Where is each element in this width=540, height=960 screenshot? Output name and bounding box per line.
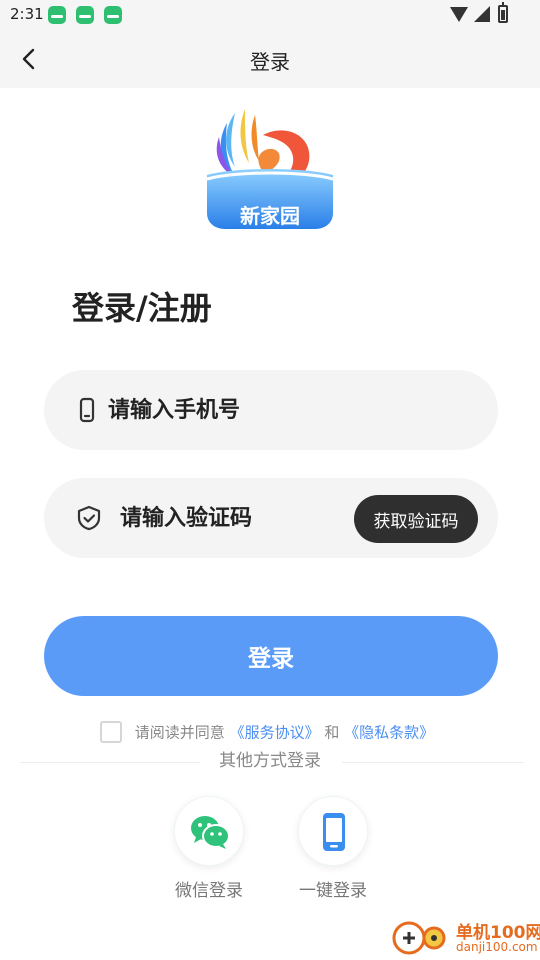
mobile-phone-icon bbox=[323, 813, 345, 851]
agreement-prefix: 请阅读并同意 bbox=[134, 723, 225, 742]
battery-icon bbox=[498, 2, 508, 23]
get-code-button[interactable]: 获取验证码 bbox=[354, 495, 478, 543]
status-bar: 2:31 bbox=[0, 0, 540, 30]
login-register-heading: 登录/注册 bbox=[72, 289, 212, 327]
agreement-row: 请阅读并同意 《服务协议》 和 《隐私条款》 bbox=[100, 721, 434, 745]
verification-code-input[interactable] bbox=[120, 496, 340, 540]
login-button[interactable]: 登录 bbox=[44, 616, 498, 696]
logo-caption: 新家园 bbox=[240, 204, 300, 228]
wechat-login-button[interactable] bbox=[174, 796, 244, 866]
status-time: 2:31 bbox=[10, 5, 44, 23]
wechat-login-label: 微信登录 bbox=[175, 881, 243, 901]
app-notification-icon bbox=[104, 6, 122, 24]
app-notification-icon bbox=[76, 6, 94, 24]
agreement-and: 和 bbox=[324, 723, 340, 742]
shield-icon bbox=[77, 505, 101, 531]
watermark-url: danji100.com bbox=[456, 940, 538, 954]
phone-input[interactable] bbox=[108, 388, 468, 432]
verification-code-field[interactable]: 获取验证码 bbox=[44, 478, 498, 558]
watermark: 单机100网 danji100.com bbox=[392, 916, 540, 960]
watermark-logo-icon bbox=[392, 921, 446, 955]
one-key-login-button[interactable] bbox=[298, 796, 368, 866]
other-login-methods-title: 其他方式登录 bbox=[219, 751, 321, 771]
one-key-login-label: 一键登录 bbox=[299, 881, 367, 901]
phone-icon bbox=[79, 397, 95, 423]
app-logo: 新家园 bbox=[205, 105, 335, 230]
app-notification-icon bbox=[48, 6, 66, 24]
wifi-icon bbox=[450, 7, 468, 22]
agreement-checkbox[interactable] bbox=[100, 721, 122, 743]
wechat-icon bbox=[191, 816, 230, 849]
phone-field[interactable] bbox=[44, 370, 498, 450]
nav-bar: 登录 bbox=[0, 30, 540, 88]
page-title: 登录 bbox=[250, 50, 290, 74]
privacy-policy-link[interactable]: 《隐私条款》 bbox=[344, 724, 434, 742]
service-agreement-link[interactable]: 《服务协议》 bbox=[230, 724, 320, 742]
signal-icon bbox=[474, 6, 490, 22]
